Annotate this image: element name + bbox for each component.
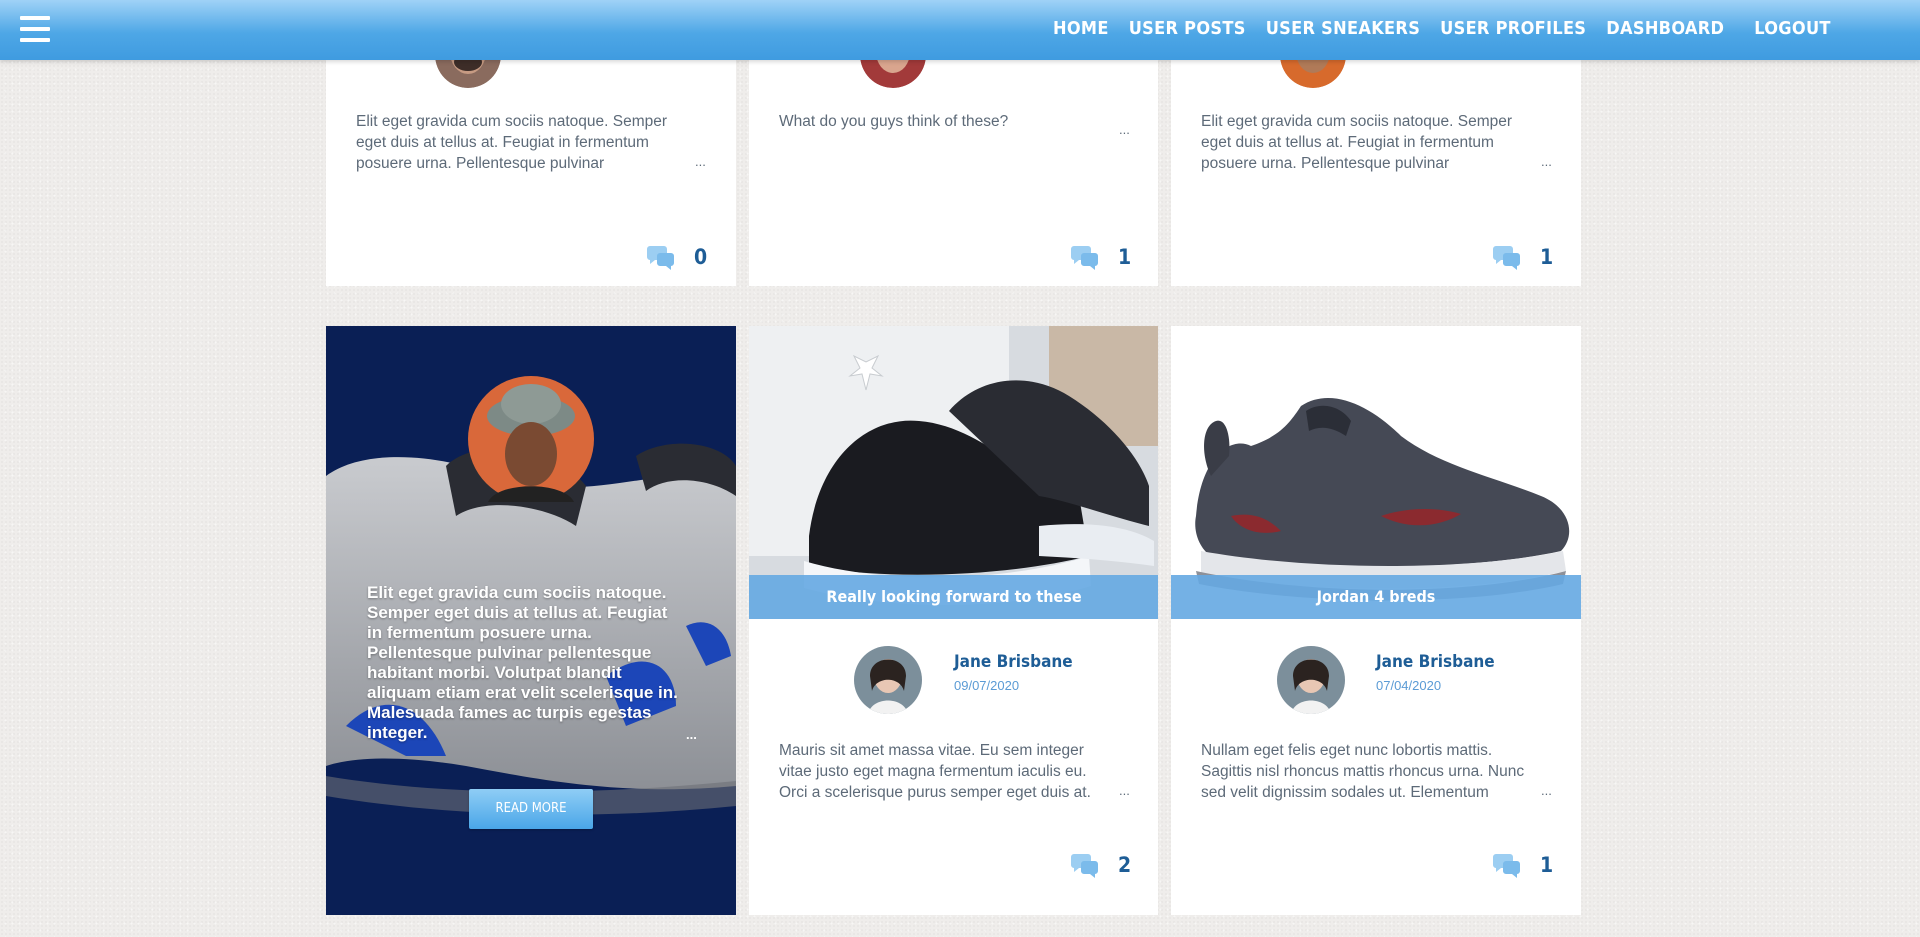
author-photo (1277, 646, 1345, 714)
post-excerpt: Elit eget gravida cum sociis natoque. Se… (356, 113, 668, 172)
nav-logout[interactable]: LOGOUT (1754, 18, 1831, 39)
author-name[interactable]: Jane Brisbane (954, 652, 1073, 672)
nav-user-posts[interactable]: USER POSTS (1129, 18, 1246, 39)
comment-icon (1071, 854, 1098, 878)
top-navbar: HOME USER POSTS USER SNEAKERS USER PROFI… (0, 0, 1920, 60)
post-title-banner[interactable]: Really looking forward to these (749, 575, 1158, 619)
more-ellipsis[interactable]: ... (1119, 122, 1130, 137)
more-ellipsis[interactable]: ... (1541, 783, 1552, 798)
nav-user-profiles[interactable]: USER PROFILES (1440, 18, 1586, 39)
comment-count: 0 (694, 245, 708, 269)
featured-excerpt: Elit eget gravida cum sociis natoque. Se… (367, 583, 678, 742)
comment-count: 1 (1540, 853, 1554, 877)
comment-count: 2 (1118, 853, 1132, 877)
more-ellipsis[interactable]: ... (695, 154, 706, 169)
featured-post-card[interactable]: Elit eget gravida cum sociis natoque. Se… (326, 326, 736, 915)
comment-count: 1 (1540, 245, 1554, 269)
comment-icon (647, 246, 674, 270)
read-more-button[interactable]: READ MORE (469, 789, 593, 829)
nav-links: HOME USER POSTS USER SNEAKERS USER PROFI… (1053, 18, 1851, 39)
author-name[interactable]: Jane Brisbane (1376, 652, 1495, 672)
author-avatar[interactable] (854, 646, 922, 714)
author-avatar[interactable] (1277, 646, 1345, 714)
post-card[interactable]: Elit eget gravida cum sociis natoque. Se… (326, 22, 736, 286)
post-card[interactable]: Elit eget gravida cum sociis natoque. Se… (1171, 22, 1581, 286)
comment-count-group[interactable]: 1 (1070, 244, 1131, 270)
comment-count-group[interactable]: 0 (646, 244, 707, 270)
hamburger-menu-icon[interactable] (20, 16, 50, 42)
post-card[interactable]: What do you guys think of these? ... 1 (749, 22, 1158, 286)
post-excerpt: Mauris sit amet massa vitae. Eu sem inte… (779, 742, 1091, 801)
comment-icon (1493, 246, 1520, 270)
post-excerpt: Elit eget gravida cum sociis natoque. Se… (1201, 113, 1513, 172)
more-ellipsis[interactable]: ... (1541, 154, 1552, 169)
nav-user-sneakers[interactable]: USER SNEAKERS (1266, 18, 1420, 39)
comment-count-group[interactable]: 1 (1492, 852, 1553, 878)
comment-icon (1493, 854, 1520, 878)
post-date: 07/04/2020 (1376, 678, 1442, 693)
post-card[interactable]: Really looking forward to these Jane Bri… (749, 326, 1158, 915)
comment-icon (1071, 246, 1098, 270)
comment-count-group[interactable]: 2 (1070, 852, 1131, 878)
post-date: 09/07/2020 (954, 678, 1020, 693)
more-ellipsis[interactable]: ... (686, 727, 697, 742)
more-ellipsis[interactable]: ... (1119, 783, 1130, 798)
post-excerpt: What do you guys think of these? (779, 113, 1009, 130)
author-photo (854, 646, 922, 714)
post-title-banner[interactable]: Jordan 4 breds (1171, 575, 1581, 619)
nav-home[interactable]: HOME (1053, 18, 1109, 39)
post-card[interactable]: Jordan 4 breds Jane Brisbane 07/04/2020 … (1171, 326, 1581, 915)
featured-user-avatar[interactable] (468, 376, 594, 502)
comment-count: 1 (1118, 245, 1132, 269)
nav-dashboard[interactable]: DASHBOARD (1606, 18, 1724, 39)
post-excerpt: Nullam eget felis eget nunc lobortis mat… (1201, 742, 1525, 801)
comment-count-group[interactable]: 1 (1492, 244, 1553, 270)
